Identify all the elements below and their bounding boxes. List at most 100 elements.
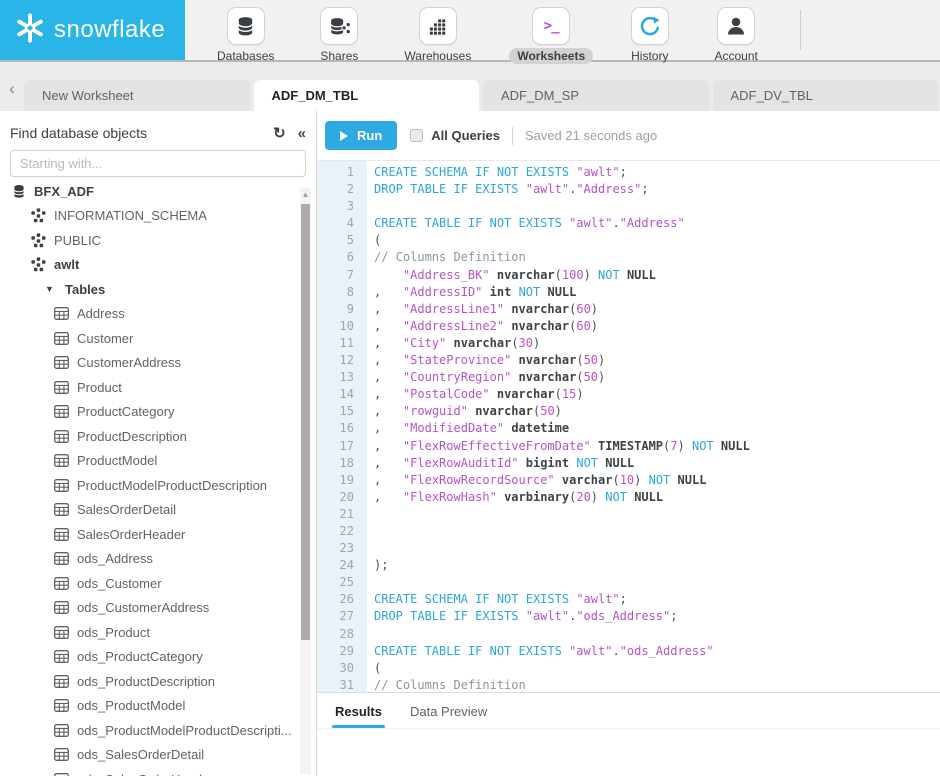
worksheet-tab-adf_dv_tbl[interactable]: ADF_DV_TBL — [712, 80, 938, 111]
tree-row-product[interactable]: Product — [0, 375, 316, 400]
code-line[interactable]: ( — [374, 660, 750, 677]
tree-row-ods-productcategory[interactable]: ods_ProductCategory — [0, 645, 316, 670]
run-button-label: Run — [357, 128, 383, 143]
nav-item-worksheets[interactable]: >_ Worksheets — [509, 7, 594, 64]
sidebar-scrollbar[interactable]: ▲ — [300, 188, 311, 774]
refresh-icon[interactable]: ↻ — [273, 126, 286, 141]
tree-row-productcategory[interactable]: ProductCategory — [0, 400, 316, 425]
tree-row-tables[interactable]: ▼ Tables — [0, 277, 316, 302]
tree-row-label: CustomerAddress — [77, 355, 182, 371]
tree-row-productdescription[interactable]: ProductDescription — [0, 424, 316, 449]
tree-row-productmodel[interactable]: ProductModel — [0, 449, 316, 474]
worksheet-tab-adf_dm_tbl[interactable]: ADF_DM_TBL — [253, 80, 479, 111]
tree-row-label: ods_ProductModel — [77, 698, 186, 714]
tree-row-label: ods_ProductDescription — [77, 673, 216, 689]
nav-item-label: Warehouses — [404, 49, 472, 63]
code-line[interactable]: , "FlexRowHash" varbinary(20) NOT NULL — [374, 489, 750, 506]
code-line[interactable]: CREATE TABLE IF NOT EXISTS "awlt"."Addre… — [374, 215, 750, 232]
tree-row-label: ProductModel — [77, 453, 158, 469]
code-line[interactable]: , "AddressID" int NOT NULL — [374, 284, 750, 301]
nav-item-shares[interactable]: Shares — [312, 7, 366, 64]
tree-row-salesorderdetail[interactable]: SalesOrderDetail — [0, 498, 316, 523]
tree-row-ods-salesorderdetail[interactable]: ods_SalesOrderDetail — [0, 743, 316, 768]
code-line[interactable]: CREATE SCHEMA IF NOT EXISTS "awlt"; — [374, 164, 750, 181]
code-line[interactable]: // Columns Definition — [374, 249, 750, 266]
code-line[interactable] — [374, 574, 750, 591]
code-line[interactable] — [374, 626, 750, 643]
table-icon — [53, 454, 70, 468]
code-line[interactable]: DROP TABLE IF EXISTS "awlt"."Address"; — [374, 181, 750, 198]
history-icon — [630, 7, 669, 45]
code-line[interactable]: , "AddressLine2" nvarchar(60) — [374, 318, 750, 335]
run-button[interactable]: Run — [325, 121, 398, 150]
code-line[interactable]: , "rowguid" nvarchar(50) — [374, 403, 750, 420]
tree-row-customeraddress[interactable]: CustomerAddress — [0, 351, 316, 376]
code-line[interactable] — [374, 198, 750, 215]
worksheet-tab-adf_dm_sp[interactable]: ADF_DM_SP — [483, 80, 709, 111]
tree-row-customer[interactable]: Customer — [0, 326, 316, 351]
code-line[interactable]: , "FlexRowEffectiveFromDate" TIMESTAMP(7… — [374, 438, 750, 455]
code-line[interactable] — [374, 540, 750, 557]
search-input[interactable] — [10, 150, 306, 177]
tree-row-ods-customeraddress[interactable]: ods_CustomerAddress — [0, 596, 316, 621]
tree-row-public[interactable]: PUBLIC — [0, 228, 316, 253]
code-line[interactable]: , "PostalCode" nvarchar(15) — [374, 386, 750, 403]
all-queries-label[interactable]: All Queries — [431, 128, 500, 143]
tree-row-ods-address[interactable]: ods_Address — [0, 547, 316, 572]
tree-row-label: ProductDescription — [77, 428, 187, 444]
tree-row-information-schema[interactable]: INFORMATION_SCHEMA — [0, 204, 316, 229]
snowflake-logo[interactable]: snowflake — [0, 0, 185, 60]
code-line[interactable]: , "CountryRegion" nvarchar(50) — [374, 369, 750, 386]
nav-item-warehouses[interactable]: Warehouses — [396, 7, 479, 64]
table-icon — [53, 552, 70, 566]
tree-row-address[interactable]: Address — [0, 302, 316, 327]
tree-row-bfx-adf[interactable]: BFX_ADF — [0, 179, 316, 204]
code-line[interactable]: CREATE SCHEMA IF NOT EXISTS "awlt"; — [374, 591, 750, 608]
tree-row-productmodelproductdescription[interactable]: ProductModelProductDescription — [0, 473, 316, 498]
scrollbar-up-arrow-icon[interactable]: ▲ — [300, 188, 311, 202]
results-tabbar: Results Data Preview — [317, 692, 940, 729]
worksheets-icon: >_ — [532, 7, 571, 45]
tree-row-label: BFX_ADF — [34, 183, 94, 199]
tree-row-ods-product[interactable]: ods_Product — [0, 620, 316, 645]
nav-item-label: Account — [714, 49, 758, 63]
code-line[interactable]: // Columns Definition — [374, 677, 750, 692]
code-line[interactable]: , "AddressLine1" nvarchar(60) — [374, 301, 750, 318]
play-icon — [340, 130, 348, 141]
worksheet-tab-new-worksheet[interactable]: New Worksheet — [24, 80, 250, 111]
tree-row-ods-productmodel[interactable]: ods_ProductModel — [0, 694, 316, 719]
tree-row-ods-customer[interactable]: ods_Customer — [0, 571, 316, 596]
code-line[interactable]: ( — [374, 232, 750, 249]
tree-row-awlt[interactable]: awlt — [0, 253, 316, 278]
tree-row-ods-salesorderheader[interactable]: ods_SalesOrderHeader — [0, 767, 316, 776]
code-line[interactable]: "Address_BK" nvarchar(100) NOT NULL — [374, 267, 750, 284]
code-line[interactable]: , "StateProvince" nvarchar(50) — [374, 352, 750, 369]
code-line[interactable]: DROP TABLE IF EXISTS "awlt"."ods_Address… — [374, 608, 750, 625]
code-line[interactable]: , "City" nvarchar(30) — [374, 335, 750, 352]
code-line[interactable] — [374, 506, 750, 523]
code-line[interactable]: ); — [374, 557, 750, 574]
schema-icon — [30, 208, 47, 223]
tree-row-ods-productmodelproductdescripti-[interactable]: ods_ProductModelProductDescripti... — [0, 718, 316, 743]
scrollbar-thumb[interactable] — [301, 204, 310, 640]
code-line[interactable] — [374, 523, 750, 540]
all-queries-checkbox[interactable] — [410, 129, 424, 142]
code-line[interactable]: , "FlexRowRecordSource" varchar(10) NOT … — [374, 472, 750, 489]
sql-editor[interactable]: 1 2 3 4 5 6 7 8 9 10 11 12 13 14 15 16 17 18 19 20 21 22 23 24 2… — [317, 161, 940, 692]
tree-row-salesorderheader[interactable]: SalesOrderHeader — [0, 522, 316, 547]
tree-row-label: ods_SalesOrderDetail — [77, 747, 205, 763]
results-tab-data-preview[interactable]: Data Preview — [410, 704, 487, 728]
nav-item-history[interactable]: History — [623, 7, 676, 64]
tree-row-ods-productdescription[interactable]: ods_ProductDescription — [0, 669, 316, 694]
code-line[interactable]: , "ModifiedDate" datetime — [374, 420, 750, 437]
results-tab-results[interactable]: Results — [332, 704, 385, 728]
sql-code[interactable]: CREATE SCHEMA IF NOT EXISTS "awlt"; DROP … — [367, 161, 750, 692]
collapse-sidebar-icon[interactable]: « — [298, 126, 306, 141]
nav-item-databases[interactable]: Databases — [209, 7, 282, 64]
code-line[interactable]: CREATE TABLE IF NOT EXISTS "awlt"."ods_A… — [374, 643, 750, 660]
table-icon — [53, 601, 70, 615]
nav-item-account[interactable]: Account — [706, 7, 765, 64]
tree-row-label: awlt — [54, 257, 80, 273]
code-line[interactable]: , "FlexRowAuditId" bigint NOT NULL — [374, 455, 750, 472]
tabs-back-chevron-icon[interactable]: ‹ — [0, 79, 24, 111]
